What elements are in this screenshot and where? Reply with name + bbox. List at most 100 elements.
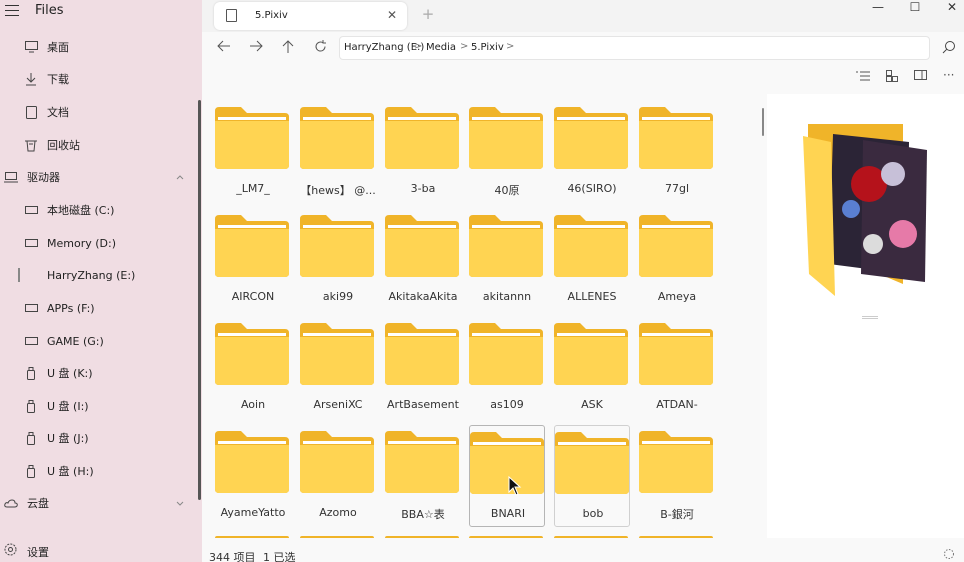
grid-scrollbar[interactable] (762, 108, 764, 136)
sidebar-item-documents[interactable]: 文档 (0, 97, 202, 127)
folder-item[interactable]: as109 (469, 317, 545, 419)
breadcrumb-separator: > (460, 41, 469, 52)
sidebar-item-label: 文档 (47, 106, 69, 119)
breadcrumb-pixiv[interactable]: 5.Pixiv (471, 42, 504, 53)
folder-preview-thumbnail (803, 124, 927, 296)
maximize-button[interactable]: ☐ (895, 0, 935, 14)
sidebar-item-label: APPs (F:) (47, 301, 95, 315)
folder-item[interactable]: 46(SIRO) (554, 101, 630, 203)
folder-item[interactable]: bob (554, 425, 630, 527)
sidebar-item-drive-j[interactable]: U 盘 (J:) (0, 423, 202, 453)
sidebar-item-drive-i[interactable]: U 盘 (I:) (0, 391, 202, 421)
folder-item[interactable]: BBA☆表 (385, 425, 461, 527)
sidebar-section-label: 云盘 (27, 497, 49, 510)
folder-item[interactable]: aki99 (300, 209, 376, 311)
settings-button[interactable]: 设置 (0, 538, 202, 562)
folder-item[interactable]: ArtBasement (385, 317, 461, 419)
folder-item[interactable]: Ameya (639, 209, 715, 311)
up-arrow-icon[interactable] (280, 40, 296, 56)
folder-item-partial[interactable] (215, 536, 289, 538)
folder-item[interactable]: B-銀河 (639, 425, 715, 527)
folder-item[interactable]: _LM7_ (215, 101, 291, 203)
sidebar-item-drive-d[interactable]: Memory (D:) (0, 228, 202, 258)
folder-name: BNARI (490, 507, 526, 520)
app-header: Files (0, 0, 202, 26)
folder-item[interactable]: ASK (554, 317, 630, 419)
item-count: 344 项目 (209, 551, 256, 562)
cloud-icon (4, 496, 18, 510)
folder-item[interactable]: Aoin (215, 317, 291, 419)
chevron-down-icon[interactable] (176, 499, 184, 507)
folder-item-partial[interactable] (554, 536, 628, 538)
forward-arrow-icon[interactable] (248, 40, 264, 56)
folder-item[interactable]: AIRCON (215, 209, 291, 311)
folder-name: ArseniXC (313, 398, 363, 411)
close-window-button[interactable]: ✕ (932, 0, 964, 14)
sidebar-item-drive-k[interactable]: U 盘 (K:) (0, 358, 202, 388)
folder-name: ArtBasement (387, 398, 459, 411)
selection-indicator (18, 268, 20, 282)
folder-icon (639, 431, 713, 493)
minimize-button[interactable]: — (858, 0, 898, 14)
folder-item[interactable]: 3-ba (385, 101, 461, 203)
breadcrumb-drive[interactable]: HarryZhang (E:) (344, 42, 424, 53)
folder-item[interactable]: AyameYatto (215, 425, 291, 527)
more-options-icon[interactable]: ··· (943, 69, 957, 84)
sidebar-item-label: 本地磁盘 (C:) (47, 204, 115, 217)
refresh-icon[interactable] (312, 40, 328, 56)
sidebar-item-label: Memory (D:) (47, 236, 116, 250)
tab-5-pixiv[interactable]: 5.Pixiv ✕ (214, 2, 407, 30)
sidebar-scrollbar[interactable] (198, 100, 201, 500)
sidebar-item-drive-f[interactable]: APPs (F:) (0, 293, 202, 323)
folder-item[interactable]: Azomo (300, 425, 376, 527)
preview-pane-icon[interactable] (914, 70, 928, 84)
sidebar-item-desktop[interactable]: 桌面 (0, 32, 202, 62)
sidebar-section-label: 驱动器 (27, 171, 60, 184)
gear-icon (4, 543, 17, 559)
folder-item-partial[interactable] (385, 536, 459, 538)
preview-resize-handle[interactable] (862, 316, 878, 319)
sidebar-item-drive-g[interactable]: GAME (G:) (0, 326, 202, 356)
chevron-up-icon[interactable] (176, 173, 184, 181)
folder-item-partial[interactable] (639, 536, 713, 538)
sidebar-item-downloads[interactable]: 下载 (0, 64, 202, 94)
sidebar-section-drives[interactable]: 驱动器 (0, 162, 202, 192)
path-bar[interactable]: HarryZhang (E:) > Media > 5.Pixiv > (339, 36, 930, 60)
folder-name: aki99 (322, 290, 354, 303)
layout-icon[interactable] (886, 70, 900, 84)
hamburger-menu-icon[interactable] (5, 5, 19, 17)
folder-item[interactable]: BNARI (469, 425, 545, 527)
folder-item[interactable]: ArseniXC (300, 317, 376, 419)
folder-item-partial[interactable] (469, 536, 543, 538)
folder-icon (385, 431, 459, 493)
folder-name: bob (582, 507, 604, 520)
sidebar-item-label: GAME (G:) (47, 334, 104, 348)
folder-item[interactable]: akitannn (469, 209, 545, 311)
folder-item[interactable]: 40原 (469, 101, 545, 203)
folder-icon (639, 107, 713, 169)
sidebar-item-drive-c[interactable]: 本地磁盘 (C:) (0, 195, 202, 225)
folder-item[interactable]: ATDAN- (639, 317, 715, 419)
folder-item-partial[interactable] (300, 536, 374, 538)
search-icon[interactable] (942, 40, 958, 56)
folder-item[interactable]: 77gl (639, 101, 715, 203)
folder-item[interactable]: ALLENES (554, 209, 630, 311)
drive-icon (24, 236, 38, 250)
sidebar-section-cloud[interactable]: 云盘 (0, 488, 202, 518)
sidebar-item-drive-h[interactable]: U 盘 (H:) (0, 456, 202, 486)
folder-icon (554, 323, 628, 385)
folder-item[interactable]: AkitakaAkita (385, 209, 461, 311)
new-tab-button[interactable]: + (420, 5, 436, 23)
tab-bar: 5.Pixiv ✕ + — ☐ ✕ (202, 0, 964, 32)
tab-label: 5.Pixiv (255, 10, 288, 21)
list-view-icon[interactable] (856, 70, 870, 84)
sidebar: Files 桌面 下载 文档 回收站 驱动器 本地磁盘 (C:) Memory … (0, 0, 202, 562)
folder-icon (469, 323, 543, 385)
breadcrumb-media[interactable]: Media (426, 42, 456, 53)
sidebar-item-drive-e[interactable]: HarryZhang (E:) (0, 260, 202, 290)
back-arrow-icon[interactable] (216, 40, 232, 56)
tab-close-icon[interactable]: ✕ (384, 7, 400, 23)
sidebar-item-recycle-bin[interactable]: 回收站 (0, 130, 202, 160)
folder-icon (639, 323, 713, 385)
folder-item[interactable]: 【hews】 @... (300, 101, 376, 203)
